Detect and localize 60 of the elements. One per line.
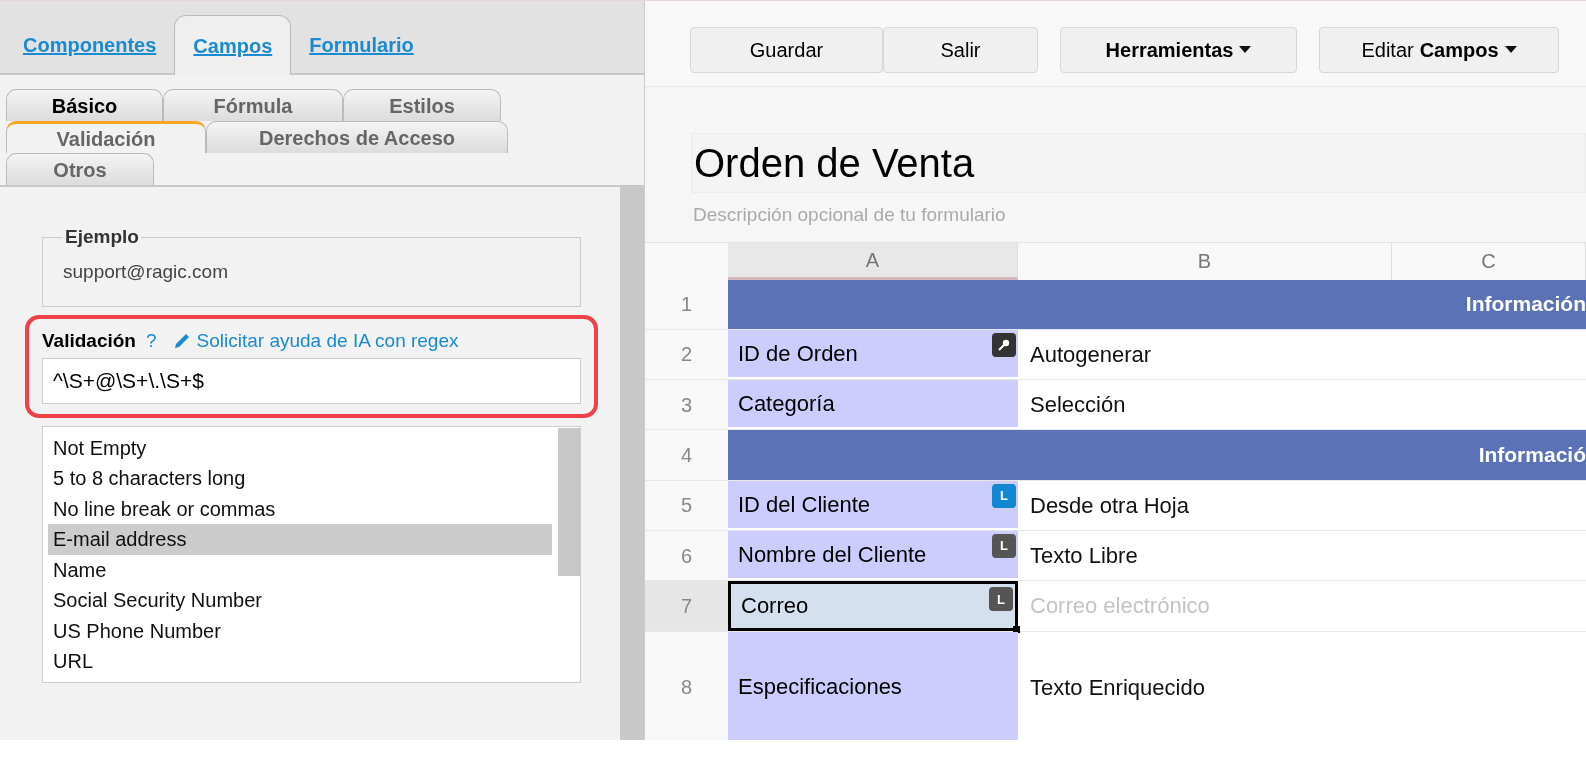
section-header[interactable]: Información xyxy=(728,279,1586,329)
field-label-cell[interactable]: Correo L xyxy=(728,581,1018,631)
section-header[interactable]: Informació xyxy=(728,430,1586,480)
toolbar-menu-button[interactable]: Herramientas xyxy=(1060,26,1297,73)
button-label: Herramientas xyxy=(1105,37,1234,63)
column-header[interactable]: A xyxy=(728,242,1018,280)
validation-label: Validación xyxy=(42,329,136,353)
toolbar-button[interactable]: Salir xyxy=(883,26,1038,73)
field-label-cell[interactable]: Categoría xyxy=(728,380,1018,430)
field-type-cell[interactable]: Texto Libre xyxy=(1018,531,1586,581)
form-title[interactable]: Orden de Venta xyxy=(691,133,1586,193)
field-label: ID del Cliente xyxy=(738,490,871,519)
field-label-cell[interactable]: ID de Orden xyxy=(728,329,1018,380)
toolbar-button[interactable]: Guardar xyxy=(690,26,883,73)
field-type-cell[interactable]: Texto Enriquecido xyxy=(1018,631,1586,740)
key-icon xyxy=(992,332,1016,357)
preset-item[interactable]: US Phone Number xyxy=(48,615,552,646)
preset-item[interactable]: Name xyxy=(48,554,552,585)
preset-item[interactable]: 5 to 8 characters long xyxy=(48,463,552,494)
section-title: Información xyxy=(1465,291,1586,318)
field-label-cell[interactable]: Nombre del Cliente L xyxy=(728,531,1018,581)
sub-tab[interactable]: Fórmula xyxy=(163,89,343,121)
sub-tab[interactable]: Básico xyxy=(6,89,163,121)
preset-item[interactable]: Not Empty xyxy=(48,432,552,463)
button-label: Campos xyxy=(1419,37,1499,63)
field-label: Nombre del Cliente xyxy=(738,541,927,570)
field-label-cell[interactable]: Especificaciones xyxy=(728,631,1018,740)
caret-icon xyxy=(1239,45,1252,54)
preset-item[interactable]: E-mail address xyxy=(48,524,552,555)
scrollbar[interactable] xyxy=(620,187,644,740)
button-prefix: Editar xyxy=(1361,37,1414,63)
section-title: Informació xyxy=(1478,442,1586,469)
field-type-cell[interactable]: Selección xyxy=(1018,380,1586,430)
toolbar-menu-button[interactable]: Editar Campos xyxy=(1319,26,1559,73)
link-badge: L xyxy=(989,587,1013,612)
sub-tab[interactable]: Otros xyxy=(6,153,154,185)
field-label: ID de Orden xyxy=(738,339,858,368)
preset-item[interactable]: URL xyxy=(48,646,552,677)
example-value: support@ragic.com xyxy=(63,259,230,284)
field-label: Especificaciones xyxy=(738,672,902,701)
link-badge: L xyxy=(992,534,1016,558)
column-header[interactable]: B xyxy=(1018,242,1392,280)
preset-item[interactable]: No line break or commas xyxy=(48,493,552,524)
preset-list[interactable]: Not Empty 5 to 8 characters long No line break or commas E-mail address Name Social Security Number US Phone Number URL xyxy=(42,425,581,683)
column-header[interactable]: C xyxy=(1392,242,1586,280)
sub-tab[interactable]: Derechos de Acceso xyxy=(206,121,508,153)
field-label: Correo xyxy=(741,592,809,621)
field-label-cell[interactable]: ID del Cliente L xyxy=(728,480,1018,530)
sub-tab[interactable]: Estilos xyxy=(343,89,501,121)
regex-field[interactable]: ^\S+@\S+\.\S+$ xyxy=(42,357,581,404)
sub-tab[interactable]: Validación xyxy=(6,121,206,153)
field-label: Categoría xyxy=(738,390,835,419)
field-type-cell[interactable]: Autogenerar xyxy=(1018,329,1586,380)
caret-icon xyxy=(1504,45,1517,54)
scrollbar-thumb[interactable] xyxy=(558,427,580,576)
field-type-cell[interactable]: Desde otra Hoja xyxy=(1018,480,1586,530)
link-badge: L xyxy=(992,483,1016,508)
preset-item[interactable]: Social Security Number xyxy=(48,585,552,616)
fill-handle[interactable] xyxy=(1013,625,1020,633)
example-legend: Ejemplo xyxy=(63,223,141,252)
